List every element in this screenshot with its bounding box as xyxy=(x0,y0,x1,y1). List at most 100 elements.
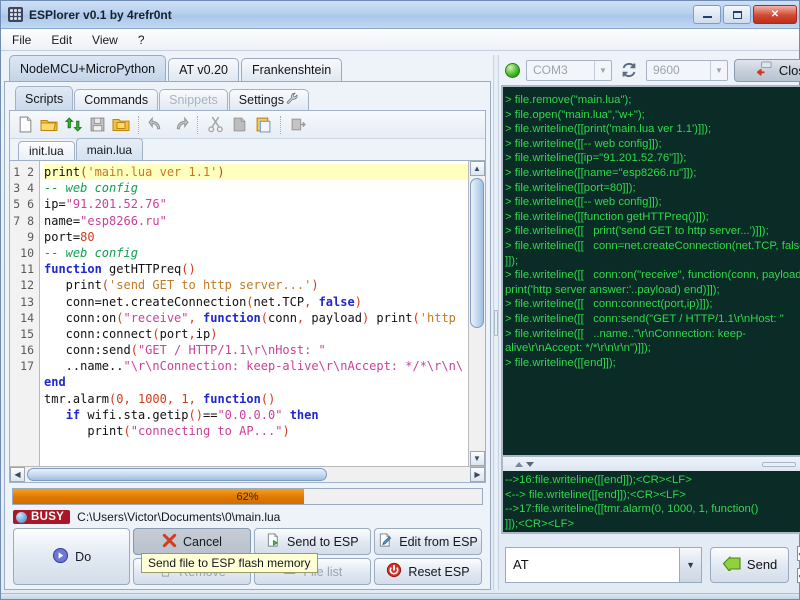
serial-toolbar: COM3 ▼ 9600 ▼ xyxy=(501,55,800,85)
busy-dot-icon xyxy=(16,512,27,523)
window-status-bar xyxy=(1,593,799,599)
edit-file-icon xyxy=(378,533,393,551)
com-port-value: COM3 xyxy=(533,63,568,77)
do-button[interactable]: Do xyxy=(13,528,130,585)
window-title: ESPlorer v0.1 by 4refr0nt xyxy=(29,8,172,22)
send-to-esp-label: Send to ESP xyxy=(287,535,359,549)
scroll-right-button[interactable]: ▶ xyxy=(470,467,485,482)
cut-icon xyxy=(204,114,226,136)
line-number-gutter: 1 2 3 4 5 6 7 8 9 10 11 12 13 14 15 16 1… xyxy=(10,161,40,466)
cancel-button[interactable]: Cancel xyxy=(133,528,250,555)
scroll-down-icon[interactable] xyxy=(526,462,534,467)
redo-icon xyxy=(169,114,191,136)
copy-icon xyxy=(228,114,250,136)
chevron-down-icon[interactable]: ▼ xyxy=(679,548,701,582)
new-file-icon[interactable] xyxy=(14,114,36,136)
splitter-grip[interactable] xyxy=(494,310,498,336)
scroll-up-icon[interactable] xyxy=(515,462,523,467)
console-bottom-text: -->16:file.writeline([[end]]);<CR><LF> <… xyxy=(503,471,800,531)
serial-log-output[interactable]: -->16:file.writeline([[end]]);<CR><LF> <… xyxy=(501,471,800,534)
console-splitter[interactable] xyxy=(501,457,800,471)
tab-nodemcu-micropython[interactable]: NodeMCU+MicroPython xyxy=(9,55,166,81)
close-port-button[interactable]: Close xyxy=(734,59,800,82)
main-split-pane: NodeMCU+MicroPython AT v0.20 Frankenshte… xyxy=(1,51,799,593)
file-tab-bar: init.lua main.lua xyxy=(10,139,485,161)
right-pane: COM3 ▼ 9600 ▼ xyxy=(501,55,800,590)
serial-console-output[interactable]: > file.remove("main.lua"); > file.open("… xyxy=(501,85,800,457)
tab-scripts[interactable]: Scripts xyxy=(15,86,73,110)
chevron-down-icon[interactable]: ▼ xyxy=(594,61,611,80)
tab-settings-label: Settings xyxy=(239,93,284,107)
send-button[interactable]: Send xyxy=(710,547,789,583)
scroll-thumb-vertical[interactable] xyxy=(470,178,484,328)
file-tab-init-lua[interactable]: init.lua xyxy=(18,141,75,160)
close-button[interactable]: ✕ xyxy=(753,5,797,24)
open-folder-icon[interactable] xyxy=(38,114,60,136)
upload-progress-bar: 62% xyxy=(12,488,483,505)
menu-file[interactable]: File xyxy=(9,32,34,48)
command-input-value: AT xyxy=(513,557,529,572)
tab-commands[interactable]: Commands xyxy=(74,89,158,110)
editor-pane: init.lua main.lua 1 2 3 4 5 6 7 8 9 10 1… xyxy=(9,110,486,483)
action-button-grid: Cancel Send to ESP Edit xyxy=(11,528,484,587)
close-port-label: Close xyxy=(779,63,800,78)
tooltip: Send file to ESP flash memory xyxy=(141,553,318,573)
editor-vertical-scrollbar[interactable]: ▲ ▼ xyxy=(468,161,485,466)
edit-from-esp-button[interactable]: Edit from ESP xyxy=(374,528,482,555)
export-icon xyxy=(287,114,309,136)
tab-frankenshtein[interactable]: Frankenshtein xyxy=(241,58,342,81)
reset-esp-label: Reset ESP xyxy=(408,565,469,579)
refresh-ports-button[interactable] xyxy=(618,59,640,81)
application-window: ESPlorer v0.1 by 4refr0nt ✕ File Edit Vi… xyxy=(0,0,800,600)
cancel-button-label: Cancel xyxy=(183,535,222,549)
progress-label: 62% xyxy=(13,489,482,504)
tab-at-v020[interactable]: AT v0.20 xyxy=(168,58,239,81)
status-badge: BUSY xyxy=(13,510,70,524)
scripts-panel: Scripts Commands Snippets Settings xyxy=(4,81,491,590)
chevron-down-icon[interactable]: ▼ xyxy=(710,61,727,80)
pane-splitter[interactable] xyxy=(493,55,499,590)
command-input[interactable]: AT ▼ xyxy=(505,547,702,583)
maximize-button[interactable] xyxy=(723,5,751,24)
connection-led-icon xyxy=(505,63,520,78)
title-bar: ESPlorer v0.1 by 4refr0nt ✕ xyxy=(1,1,799,29)
reload-icon[interactable] xyxy=(62,114,84,136)
status-row: BUSY C:\Users\Victor\Documents\0\main.lu… xyxy=(11,509,484,528)
editor-horizontal-scrollbar[interactable]: ◀ ▶ xyxy=(10,466,485,482)
com-port-select[interactable]: COM3 ▼ xyxy=(526,60,612,81)
scroll-thumb-horizontal[interactable] xyxy=(27,468,327,481)
tab-settings[interactable]: Settings xyxy=(229,89,309,110)
menu-edit[interactable]: Edit xyxy=(48,32,75,48)
scroll-up-button[interactable]: ▲ xyxy=(470,161,485,176)
file-tab-main-lua[interactable]: main.lua xyxy=(76,138,143,160)
transfer-status-area: 62% BUSY C:\Users\Victor\Documents\0\mai… xyxy=(9,483,486,589)
disconnect-icon xyxy=(756,61,773,79)
send-file-icon xyxy=(266,533,281,551)
status-badge-label: BUSY xyxy=(31,511,64,523)
baud-rate-select[interactable]: 9600 ▼ xyxy=(646,60,728,81)
menu-view[interactable]: View xyxy=(89,32,121,48)
power-icon xyxy=(386,562,402,581)
red-x-icon xyxy=(162,533,177,551)
scroll-down-button[interactable]: ▼ xyxy=(470,451,485,466)
left-arrow-icon xyxy=(722,556,742,574)
send-to-esp-button[interactable]: Send to ESP xyxy=(254,528,371,555)
console-top-text: > file.remove("main.lua"); > file.open("… xyxy=(503,87,800,455)
editor-toolbar xyxy=(10,111,485,139)
splitter-handle[interactable] xyxy=(762,462,796,467)
send-button-label: Send xyxy=(747,557,777,572)
menu-help[interactable]: ? xyxy=(135,32,148,48)
esplorer-app-icon xyxy=(8,7,23,22)
code-editor[interactable]: 1 2 3 4 5 6 7 8 9 10 11 12 13 14 15 16 1… xyxy=(10,161,485,466)
paste-icon[interactable] xyxy=(252,114,274,136)
sub-tab-bar: Scripts Commands Snippets Settings xyxy=(9,86,486,110)
wrench-icon xyxy=(286,92,299,108)
reset-esp-button[interactable]: Reset ESP xyxy=(374,558,482,585)
firmware-tab-bar: NodeMCU+MicroPython AT v0.20 Frankenshte… xyxy=(4,55,491,81)
menu-bar: File Edit View ? xyxy=(1,29,799,51)
code-text-area[interactable]: print('main.lua ver 1.1')-- web configip… xyxy=(40,161,468,466)
minimize-button[interactable] xyxy=(693,5,721,24)
save-icon[interactable] xyxy=(86,114,108,136)
scroll-left-button[interactable]: ◀ xyxy=(10,467,25,482)
save-as-icon[interactable] xyxy=(110,114,132,136)
